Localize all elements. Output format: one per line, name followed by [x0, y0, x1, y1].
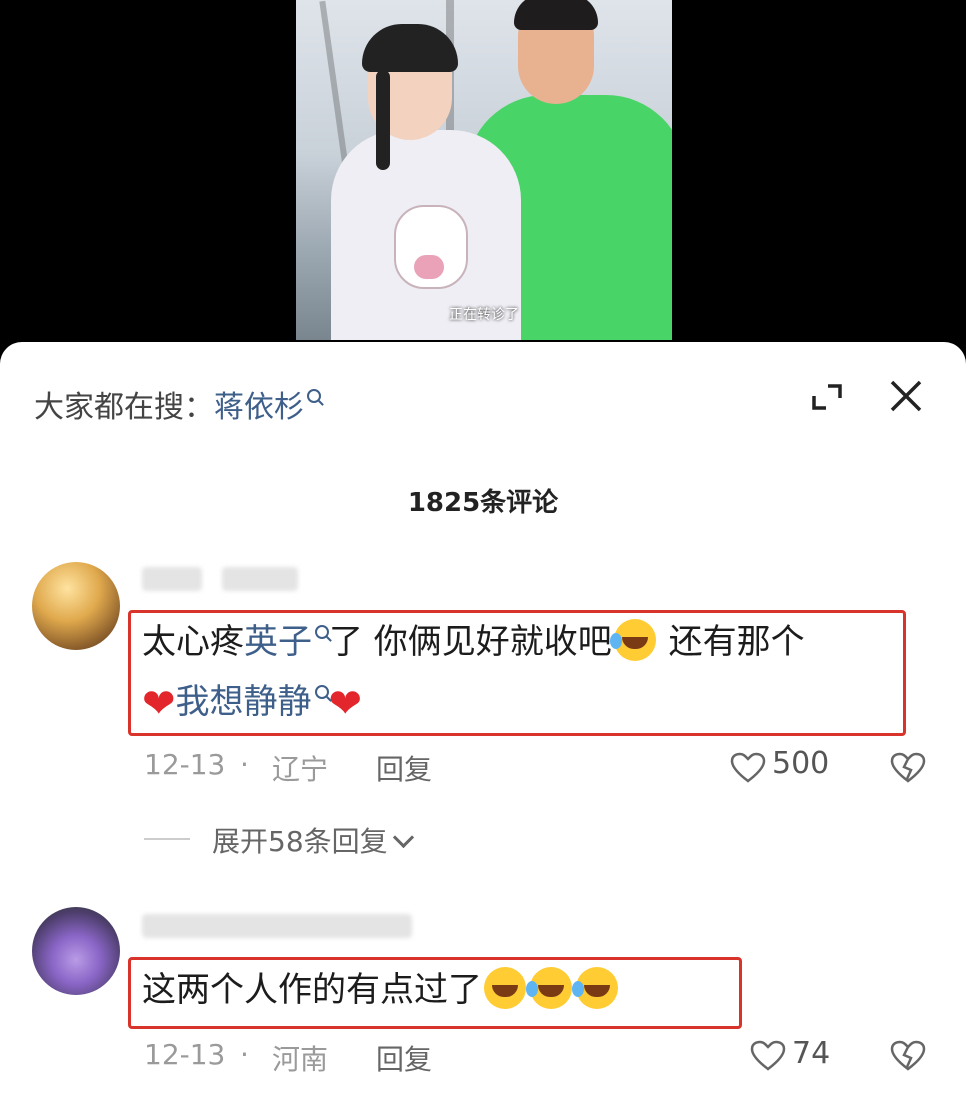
- person-woman-hair: [362, 24, 458, 72]
- expand-icon[interactable]: [810, 382, 844, 412]
- like-heart-icon[interactable]: [730, 752, 766, 784]
- username-blurred[interactable]: [142, 567, 202, 591]
- comment-text-part: 了 你俩见好就收吧: [329, 622, 612, 662]
- avatar[interactable]: [32, 562, 120, 650]
- red-heart-emoji-icon: ❤: [328, 681, 363, 727]
- comment-location: 河南: [272, 1043, 329, 1076]
- video-player[interactable]: 正在转诊了: [0, 0, 966, 350]
- reply-button[interactable]: 回复: [376, 748, 432, 788]
- video-frame[interactable]: 正在转诊了: [296, 0, 672, 340]
- close-icon[interactable]: [888, 378, 924, 414]
- red-heart-emoji-icon: ❤: [142, 681, 176, 727]
- comment-date: 12-13: [144, 748, 226, 781]
- laugh-cry-emoji-icon: [572, 967, 618, 1009]
- comment-separator: ·: [240, 748, 249, 781]
- comment-text[interactable]: 太心疼英子了 你俩见好就收吧 还有那个 ❤我想静静 ❤: [142, 612, 892, 734]
- expand-replies-label: 展开58条回复: [212, 825, 388, 858]
- sweater-heart-print: [414, 255, 444, 279]
- broken-heart-icon[interactable]: [890, 1040, 926, 1072]
- person-man-hair: [514, 0, 598, 30]
- comment-text-part: 太心疼: [142, 622, 244, 662]
- like-heart-icon[interactable]: [750, 1040, 786, 1072]
- comments-count: 1825条评论: [407, 488, 559, 518]
- username-blurred[interactable]: [222, 567, 298, 591]
- divider: [144, 838, 190, 840]
- like-count: 500: [772, 746, 830, 781]
- search-icon: [307, 389, 321, 403]
- laugh-cry-emoji-icon: [526, 967, 572, 1009]
- comment-sheet: 大家都在搜：蒋依杉 1825条评论 太心疼英子了 你俩见好就收吧 还有那个 ❤我想…: [0, 342, 966, 1114]
- expand-replies-button[interactable]: 展开58条回复: [212, 820, 414, 860]
- comment-text-part: 这两个人作的有点过了: [142, 970, 482, 1010]
- video-subtitle: 正在转诊了: [449, 307, 519, 323]
- trending-search[interactable]: 大家都在搜：蒋依杉: [34, 382, 321, 426]
- reply-button[interactable]: 回复: [376, 1038, 432, 1078]
- grin-emoji-icon: [484, 967, 526, 1009]
- chevron-down-icon: [392, 826, 414, 849]
- laugh-cry-emoji-icon: [609, 619, 656, 661]
- like-count: 74: [792, 1036, 831, 1071]
- search-icon: [315, 625, 329, 639]
- comment-location: 辽宁: [272, 753, 329, 786]
- comment-link[interactable]: 英子: [244, 622, 312, 662]
- person-woman-braid: [376, 70, 390, 170]
- comment-date: 12-13: [144, 1038, 226, 1071]
- search-icon: [314, 685, 329, 699]
- username-blurred[interactable]: [142, 914, 412, 938]
- avatar[interactable]: [32, 907, 120, 995]
- comment-text-part: 还有那个: [657, 622, 805, 662]
- trending-search-prefix: 大家都在搜：: [34, 390, 214, 425]
- comment-text[interactable]: 这两个人作的有点过了: [142, 960, 732, 1020]
- comment-separator: ·: [240, 1038, 249, 1071]
- trending-search-term[interactable]: 蒋依杉: [214, 390, 304, 425]
- comment-link[interactable]: 我想静静: [176, 682, 312, 722]
- broken-heart-icon[interactable]: [890, 752, 926, 784]
